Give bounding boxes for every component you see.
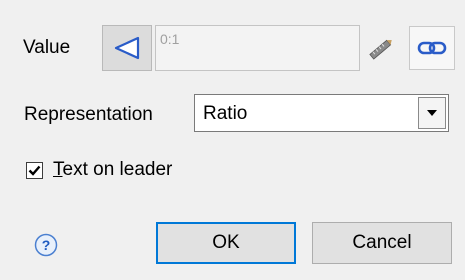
ok-button[interactable]: OK [156, 222, 296, 264]
text-on-leader-label[interactable]: Text on leader [53, 159, 172, 181]
checkmark-icon [28, 165, 41, 176]
question-mark-icon[interactable]: ? [34, 233, 58, 257]
chain-link-icon [417, 41, 447, 55]
svg-text:?: ? [42, 237, 51, 253]
select-value-button[interactable] [102, 25, 152, 71]
representation-label: Representation [24, 104, 153, 125]
representation-selected-value: Ratio [203, 103, 248, 124]
ruler-pencil-icon[interactable] [366, 37, 396, 61]
dropdown-arrow-button[interactable] [418, 97, 446, 129]
triangle-left-icon [114, 36, 140, 60]
text-properties-dialog: Value 0:1 Representation Ratio Text on l… [0, 0, 465, 280]
value-field-text: 0:1 [160, 31, 180, 47]
text-on-leader-label-rest: ext on leader [62, 159, 173, 180]
caret-down-icon [427, 110, 437, 116]
text-on-leader-checkbox[interactable] [26, 162, 43, 179]
value-field[interactable]: 0:1 [155, 25, 360, 71]
value-label: Value [23, 37, 71, 58]
link-toggle-button[interactable] [409, 26, 455, 70]
representation-select[interactable]: Ratio [194, 94, 449, 132]
text-on-leader-mnemonic: T [53, 159, 63, 180]
cancel-button[interactable]: Cancel [312, 222, 452, 264]
